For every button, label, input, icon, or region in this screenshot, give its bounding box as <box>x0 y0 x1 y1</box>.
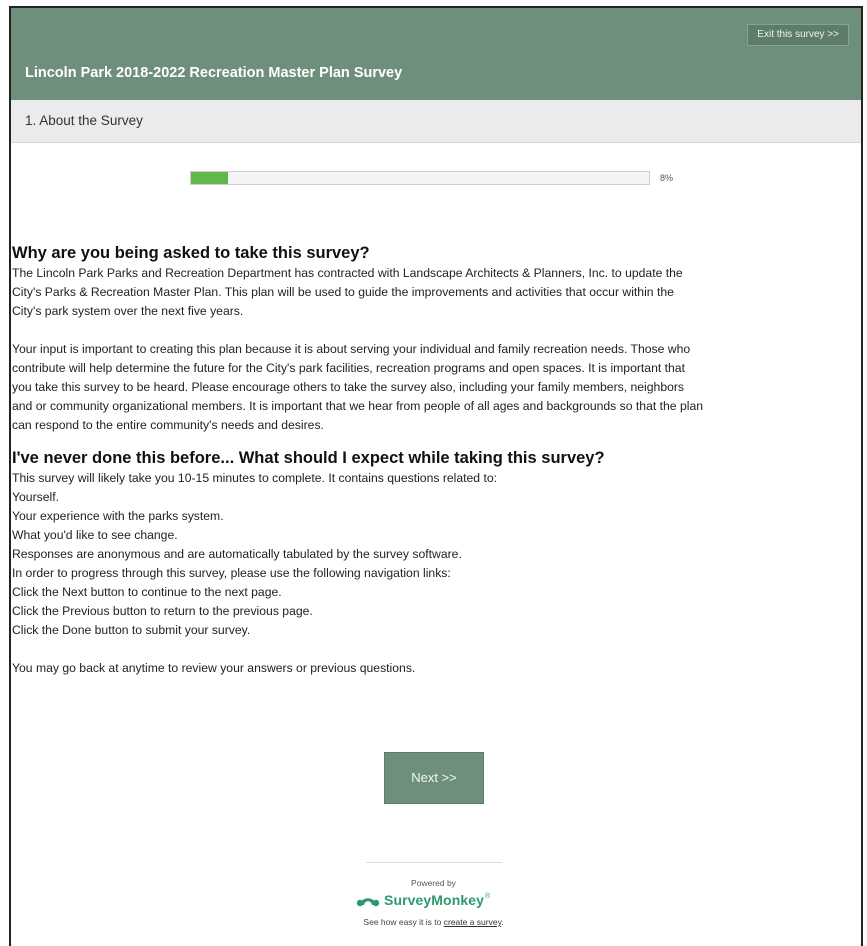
survey-header: Exit this survey >> Lincoln Park 2018-20… <box>11 8 861 100</box>
text-line: City's Parks & Recreation Master Plan. T… <box>12 285 674 299</box>
text-line: Responses are anonymous and are automati… <box>12 547 462 561</box>
surveymonkey-icon <box>356 898 380 907</box>
survey-title: Lincoln Park 2018-2022 Recreation Master… <box>25 65 403 81</box>
section-heading-expect: I've never done this before... What shou… <box>12 449 605 467</box>
page-title: 1. About the Survey <box>25 113 143 128</box>
closing-text: You may go back at anytime to review you… <box>12 661 416 675</box>
text-line: and or community organizational members.… <box>12 399 704 413</box>
tagline-suffix: . <box>501 917 504 927</box>
progress-bar-fill <box>191 172 228 184</box>
tagline-prefix: See how easy it is to <box>363 917 444 927</box>
progress-percent: 8% <box>660 173 674 183</box>
text-line: The Lincoln Park Parks and Recreation De… <box>12 266 683 280</box>
exit-survey-button[interactable]: Exit this survey >> <box>747 24 849 46</box>
text-line: In order to progress through this survey… <box>12 566 451 580</box>
surveymonkey-logo[interactable]: SurveyMonkey ® <box>356 892 490 908</box>
expect-list: This survey will likely take you 10-15 m… <box>12 469 842 640</box>
text-line: can respond to the entire community's ne… <box>12 418 324 432</box>
progress-bar <box>190 171 650 185</box>
text-line: Your input is important to creating this… <box>12 342 691 356</box>
text-line: you take this survey to be heard. Please… <box>12 380 685 394</box>
text-line: This survey will likely take you 10-15 m… <box>12 471 498 485</box>
intro-paragraph-1: The Lincoln Park Parks and Recreation De… <box>12 264 842 321</box>
text-line: Click the Done button to submit your sur… <box>12 623 251 637</box>
survey-intro-content: Why are you being asked to take this sur… <box>12 242 842 678</box>
text-line: Yourself. <box>12 490 59 504</box>
footer-tagline: See how easy it is to create a survey. <box>0 917 867 927</box>
intro-paragraph-2: Your input is important to creating this… <box>12 340 842 435</box>
powered-by-label: Powered by <box>411 878 456 888</box>
text-line: City's park system over the next five ye… <box>12 304 244 318</box>
surveymonkey-brand: SurveyMonkey <box>384 892 485 908</box>
text-line: Click the Next button to continue to the… <box>12 585 282 599</box>
section-heading-why: Why are you being asked to take this sur… <box>12 244 370 262</box>
text-line: Click the Previous button to return to t… <box>12 604 313 618</box>
text-line: What you'd like to see change. <box>12 528 178 542</box>
next-button[interactable]: Next >> <box>384 752 484 804</box>
footer-divider <box>366 862 502 863</box>
text-line: Your experience with the parks system. <box>12 509 224 523</box>
trademark-mark: ® <box>485 892 491 900</box>
create-survey-link[interactable]: create a survey <box>444 917 501 927</box>
page-title-bar: 1. About the Survey <box>11 100 861 143</box>
text-line: contribute will help determine the futur… <box>12 361 685 375</box>
